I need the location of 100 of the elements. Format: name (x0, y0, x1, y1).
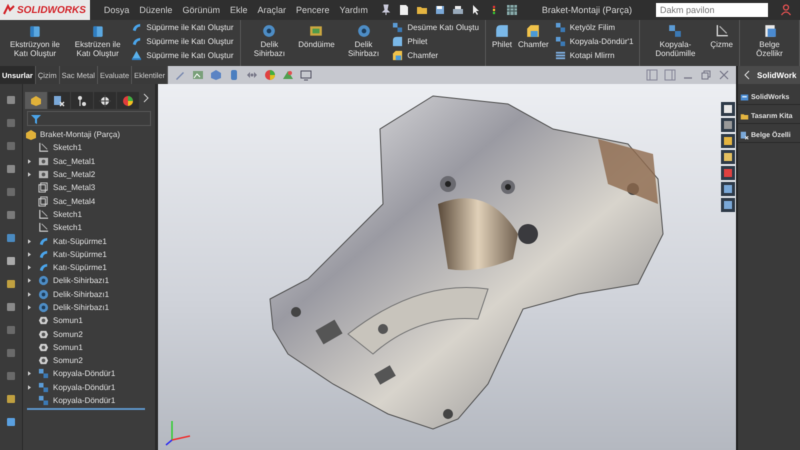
ribbon-button[interactable]: Kotapi Mlirrn (552, 49, 636, 62)
tree-item[interactable]: Delik-Sihirbazı1 (25, 300, 155, 314)
ribbon-button[interactable]: Desüme Katı Oluştu (390, 21, 481, 34)
tool-icon[interactable] (5, 301, 17, 313)
close-icon[interactable] (718, 69, 730, 81)
restore-icon[interactable] (700, 69, 712, 81)
plane-icon (38, 182, 49, 194)
menu-item[interactable]: Dosya (104, 5, 130, 15)
menu-item[interactable]: Pencere (296, 5, 330, 15)
pattern-icon (554, 36, 566, 47)
panel-toggle-icon[interactable] (664, 69, 676, 81)
part-icon (25, 128, 37, 141)
tree-item[interactable]: Sac_Metal4 (25, 194, 155, 208)
ribbon-button[interactable]: Süpürme ile Katı Oluştur (129, 49, 236, 62)
hide-show-icon[interactable] (246, 69, 258, 81)
ribbon-button[interactable]: Chamfer (390, 49, 481, 62)
pattern-icon (38, 395, 49, 406)
tree-item[interactable]: Sac_Metal2 (25, 168, 155, 182)
tree-item[interactable]: Somun1 (25, 340, 155, 354)
tree-item[interactable]: Katı-Süpürme1 (25, 248, 155, 261)
panel-tab[interactable] (94, 92, 116, 109)
cube-icon (28, 24, 42, 38)
ribbon-button[interactable]: Philet (490, 21, 514, 50)
sheet-metal-icon (38, 156, 49, 167)
tool-icon[interactable] (5, 393, 17, 405)
ribbon-button[interactable]: Ekstrüzyon ile Katı Oluştur (4, 21, 66, 60)
ribbon-button[interactable]: Kopyala-Döndür'1 (552, 35, 636, 48)
tree-item[interactable]: Kopyala-Döndür1 (25, 394, 155, 408)
nut-icon (38, 342, 49, 353)
tree-item[interactable]: Katı-Süpürme1 (25, 234, 155, 248)
tree-root-item[interactable]: Braket-Montaji (Parça) (25, 128, 155, 142)
menu-item[interactable]: Görünüm (182, 5, 220, 15)
ribbon-button[interactable]: Döndüime (296, 21, 337, 50)
pattern-icon (554, 22, 566, 33)
fillet-icon (392, 36, 404, 47)
tool-icon[interactable] (5, 278, 17, 290)
tool-icon[interactable] (5, 232, 17, 244)
ribbon-button[interactable]: Süpürme ile Katı Oluştur (129, 35, 236, 48)
ribbon-button[interactable]: Chamfer (516, 21, 551, 50)
pattern-icon (668, 24, 682, 38)
plane-icon (38, 196, 49, 207)
tree-item[interactable]: Delik-Sihirbazı1 (25, 288, 155, 301)
ribbon-button[interactable]: Belge Özellikr (744, 21, 796, 60)
display-style-icon[interactable] (228, 69, 240, 81)
save-icon[interactable] (434, 4, 446, 16)
grid-icon[interactable] (506, 4, 518, 16)
tree-item[interactable]: Somun1 (25, 314, 155, 328)
tree-item[interactable]: Sac_Metal1 (25, 154, 155, 168)
pattern-icon (38, 382, 49, 393)
tool-icon[interactable] (5, 255, 17, 267)
tree-item[interactable]: Somun2 (25, 354, 155, 368)
tree-item[interactable]: Sketch1 (25, 208, 155, 222)
ribbon-button[interactable]: Delik Sihirbazı (338, 21, 388, 60)
tool-icon[interactable] (5, 94, 17, 106)
panel-toggle-icon[interactable] (646, 69, 658, 81)
tree-item[interactable]: Sketch1 (25, 221, 155, 234)
sketch-icon (38, 208, 49, 220)
sweep-icon (38, 236, 49, 247)
panel-tab[interactable] (71, 92, 93, 109)
ribbon-button[interactable]: Ekstrüzen ile Katı Oluştur (68, 21, 128, 60)
panel-tab[interactable] (117, 92, 139, 109)
user-icon[interactable] (780, 4, 792, 16)
ribbon-button[interactable]: Philet (390, 35, 481, 48)
tree-item[interactable]: Delik-Sihirbazı1 (25, 274, 155, 288)
resources-icon (740, 92, 749, 102)
search-field[interactable]: Dakm pavilon (656, 3, 768, 17)
menu-item[interactable]: Ekle (230, 5, 248, 15)
tool-icon[interactable] (5, 163, 17, 175)
tool-icon[interactable] (5, 209, 17, 221)
ribbon-button[interactable]: Çizme (708, 21, 735, 50)
menu-item[interactable]: Araçlar (257, 5, 286, 15)
new-document-icon[interactable] (398, 4, 410, 16)
ribbon-button[interactable]: Delik Sihirbazı (244, 21, 294, 60)
tree-item[interactable]: Somun2 (25, 327, 155, 341)
tree-item[interactable]: Kopyala-Döndür1 (25, 380, 155, 394)
tree-item[interactable]: Sac_Metal3 (25, 181, 155, 194)
monitor-icon[interactable] (300, 69, 312, 81)
hole-icon (38, 275, 49, 286)
sweep-icon (38, 248, 49, 260)
color-wheel-icon (122, 94, 134, 106)
tree-item[interactable]: Sketch1 (25, 141, 155, 155)
pin-icon[interactable] (380, 4, 392, 16)
tool-icon[interactable] (5, 416, 17, 428)
filter-icon[interactable] (30, 112, 42, 124)
configuration-icon (76, 94, 88, 106)
zoom-area-icon[interactable] (192, 69, 204, 81)
loft-icon (131, 50, 142, 61)
panel-tab[interactable] (48, 92, 70, 109)
app-logo: SOLIDWORKS (0, 0, 90, 20)
menu-item[interactable]: Düzenle (139, 5, 172, 15)
tree-item[interactable]: Kopyala-Döndür1 (25, 367, 155, 381)
tree-item[interactable]: Katı-Süpürme1 (25, 260, 155, 274)
ribbon-button[interactable]: Süpürme ile Katı Oluştur (129, 21, 236, 34)
sketch-icon (38, 142, 49, 154)
ribbon-button[interactable]: Ketyölz Filim (552, 21, 636, 34)
ribbon-button[interactable]: Kopyala-Dondümille (644, 21, 706, 60)
menu-item[interactable]: Yardım (340, 5, 368, 15)
print-icon[interactable] (452, 4, 464, 16)
sweep-icon (38, 262, 49, 274)
sweep-icon (131, 22, 142, 33)
